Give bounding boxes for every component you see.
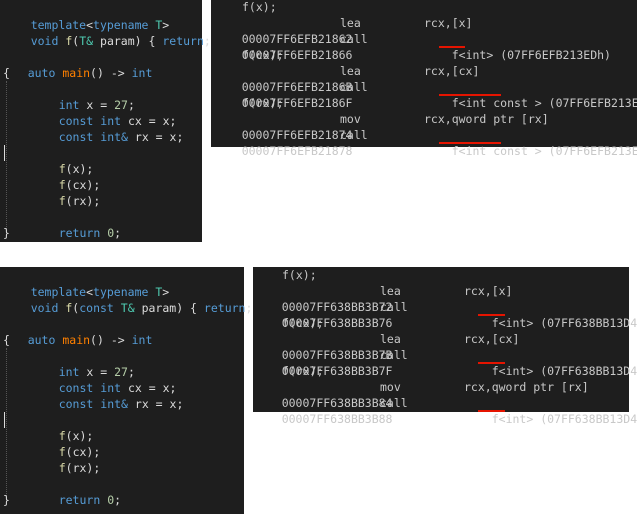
asm-row[interactable]: 00007FF6EFB21874 (214, 111, 353, 142)
template-arg-highlight: int (505, 412, 527, 426)
asm-row[interactable]: 00007FF6EFB21862 (214, 15, 353, 46)
asm-operands: rcx,qword ptr [rx] (464, 380, 589, 394)
template-arg-highlight: int (465, 48, 487, 62)
asm-operands: f<int> (07FF6EFB213EDh) (451, 48, 611, 62)
template-arg-highlight: int const (465, 96, 528, 110)
asm-operands: rcx,[cx] (424, 64, 480, 78)
red-underline (439, 46, 465, 48)
code-line-call-cx: f(cx); (58, 445, 101, 459)
bottom-disassembly-window[interactable]: f(x); 00007FF638BB3B72 lea rcx,[x] 00007… (253, 267, 637, 426)
asm-opcode: call (380, 348, 408, 362)
code-line-template: template<typename T> (30, 18, 170, 32)
code-line-return: return 0; (58, 226, 122, 240)
red-underline (478, 410, 505, 412)
code-line-template: template<typename T> (30, 285, 170, 299)
code-line-rx-decl: const int& rx = x; (58, 397, 184, 411)
code-line-cx-decl: const int cx = x; (58, 114, 177, 128)
asm-operands: f<int const > (07FF6EFB213E8h) (451, 144, 637, 158)
asm-row[interactable]: 00007FF638BB3B76 (254, 299, 393, 330)
red-underline (439, 142, 501, 144)
code-line-open-brace: { (3, 333, 10, 347)
asm-operands: rcx,[cx] (464, 332, 520, 346)
asm-row[interactable]: 00007FF638BB3B84 (254, 379, 393, 410)
bottom-code-editor[interactable]: template<typename T> void f(const T& par… (0, 267, 266, 514)
code-line-call-x: f(x); (58, 162, 94, 176)
text-caret (4, 412, 5, 428)
code-line-close-brace: } (3, 493, 10, 507)
code-line-call-rx: f(rx); (58, 461, 101, 475)
asm-opcode: lea (340, 64, 361, 78)
asm-opcode: call (340, 80, 368, 94)
code-line-close-brace: } (3, 226, 10, 240)
text-caret (4, 145, 5, 161)
asm-operands: f<int const > (07FF6EFB213E8h) (451, 96, 637, 110)
asm-row[interactable]: 00007FF6EFB2186B (214, 63, 353, 94)
template-arg-highlight: int (505, 364, 527, 378)
asm-source-line: f(cx); (242, 48, 284, 62)
asm-source-line: f(x); (242, 0, 277, 14)
code-line-main: auto main() -> int (27, 66, 153, 80)
asm-operands: rcx,[x] (464, 284, 513, 298)
asm-row[interactable]: 00007FF638BB3B7B (254, 331, 393, 362)
asm-opcode: call (380, 300, 408, 314)
top-code-editor[interactable]: template<typename T> void f(T& param) { … (0, 0, 225, 242)
asm-operands: f<int> (07FF638BB13D4h) (491, 316, 637, 330)
asm-row[interactable]: 00007FF6EFB21878 (214, 127, 353, 158)
code-line-call-rx: f(rx); (58, 194, 101, 208)
red-underline (478, 362, 505, 364)
code-line-x-decl: int x = 27; (58, 98, 135, 112)
asm-opcode: mov (380, 380, 401, 394)
asm-row[interactable]: 00007FF638BB3B7F (254, 347, 393, 378)
indent-guide (6, 81, 7, 233)
asm-source-line: f(rx); (242, 96, 284, 110)
template-arg-highlight: int (505, 316, 527, 330)
asm-source-line: f(rx); (282, 364, 324, 378)
asm-operands: f<int> (07FF638BB13D4h) (491, 412, 637, 426)
code-line-main: auto main() -> int (27, 333, 153, 347)
asm-opcode: call (380, 396, 408, 410)
top-disassembly-window[interactable]: f(x); 00007FF6EFB21862 lea rcx,[x] 00007… (211, 0, 637, 158)
asm-opcode: mov (340, 112, 361, 126)
asm-opcode: lea (380, 284, 401, 298)
code-line-return: return 0; (58, 493, 122, 507)
red-underline (478, 314, 505, 316)
asm-opcode: lea (340, 16, 361, 30)
asm-operands: f<int> (07FF638BB13D4h) (491, 364, 637, 378)
red-underline (439, 94, 501, 96)
asm-opcode: call (340, 128, 368, 142)
code-line-function-decl: void f(T& param) { return; } (30, 34, 225, 48)
asm-operands: rcx,[x] (424, 16, 473, 30)
asm-row[interactable]: 00007FF6EFB2186F (214, 79, 353, 110)
asm-source-line: f(x); (282, 268, 317, 282)
asm-opcode: lea (380, 332, 401, 346)
template-arg-highlight: int const (465, 144, 528, 158)
asm-operands: rcx,qword ptr [rx] (424, 112, 549, 126)
code-line-call-cx: f(cx); (58, 178, 101, 192)
code-line-open-brace: { (3, 66, 10, 80)
asm-row[interactable]: 00007FF638BB3B72 (254, 283, 393, 314)
code-line-function-decl: void f(const T& param) { return; } (30, 301, 267, 315)
asm-opcode: call (340, 32, 368, 46)
code-line-rx-decl: const int& rx = x; (58, 130, 184, 144)
asm-source-line: f(cx); (282, 316, 324, 330)
code-line-x-decl: int x = 27; (58, 365, 135, 379)
code-line-call-x: f(x); (58, 429, 94, 443)
indent-guide (6, 348, 7, 500)
asm-row[interactable]: 00007FF638BB3B88 (254, 395, 393, 426)
code-line-cx-decl: const int cx = x; (58, 381, 177, 395)
asm-row[interactable]: 00007FF6EFB21866 (214, 31, 353, 62)
